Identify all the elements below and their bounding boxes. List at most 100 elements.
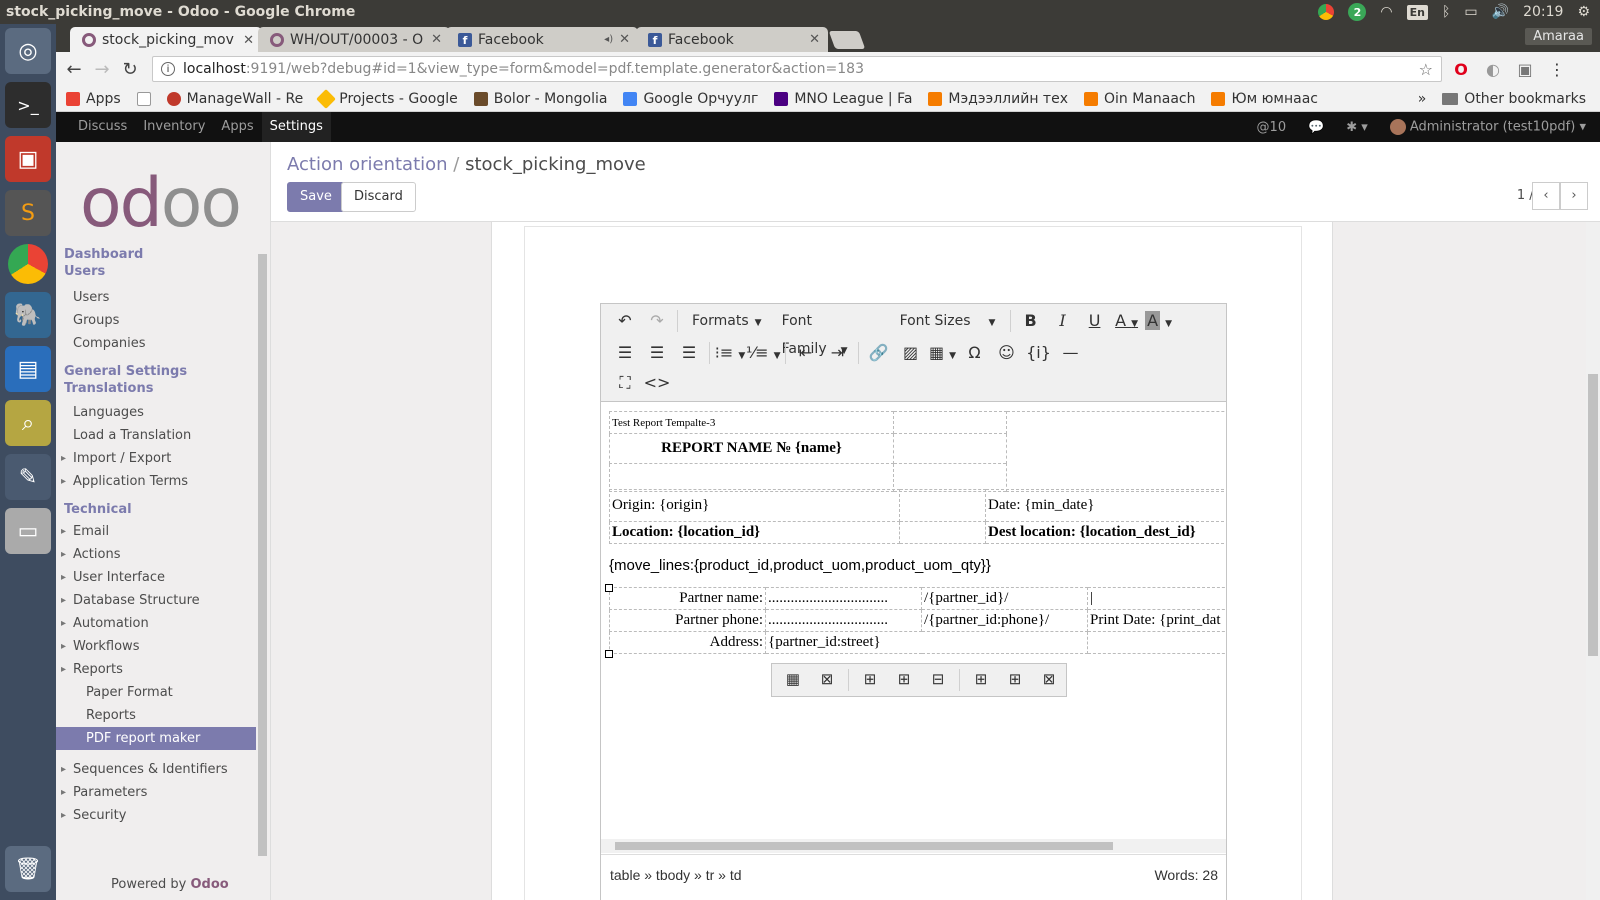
sidebar-item-user-interface[interactable]: User Interface: [56, 566, 256, 589]
address-cell[interactable]: {partner_id:street}: [765, 631, 1088, 654]
sidebar-item-reports[interactable]: Reports: [56, 658, 256, 681]
indent-icon[interactable]: ⇥: [822, 339, 854, 367]
browser-tab[interactable]: WH/OUT/00003 - O ✕: [258, 27, 450, 52]
align-center-icon[interactable]: ☰: [641, 339, 673, 367]
bluetooth-icon[interactable]: ᛒ: [1442, 4, 1450, 20]
menu-inventory[interactable]: Inventory: [135, 112, 213, 142]
table-cell[interactable]: [899, 521, 986, 544]
bookmark-item[interactable]: ManageWall - Re: [166, 91, 303, 107]
partner-phone-label[interactable]: Partner phone:: [609, 609, 766, 632]
special-character-icon[interactable]: Ω: [959, 339, 991, 367]
volume-icon[interactable]: 🔊: [1492, 4, 1509, 20]
table-cell[interactable]: [1006, 411, 1226, 492]
dots-cell[interactable]: ................................: [765, 587, 922, 610]
partner-table[interactable]: Partner name: ..........................…: [609, 587, 1226, 654]
sidebar-item-import-export[interactable]: Import / Export: [56, 447, 256, 470]
table-cell[interactable]: |: [1087, 587, 1226, 610]
sidebar-item-pdf-report-maker[interactable]: PDF report maker: [56, 727, 256, 750]
address-label[interactable]: Address:: [609, 631, 766, 654]
insert-row-after-icon[interactable]: ⊞: [887, 666, 921, 694]
bookmark-item[interactable]: MNO League | Fa: [774, 91, 912, 107]
clock[interactable]: 20:19: [1523, 4, 1563, 20]
terminal-icon[interactable]: >_: [5, 82, 51, 128]
battery-icon[interactable]: ▭: [1464, 4, 1477, 20]
menu-settings[interactable]: Settings: [261, 112, 331, 142]
reload-icon[interactable]: ↻: [116, 59, 144, 80]
partner-phone-cell[interactable]: /{partner_id:phone}/: [921, 609, 1088, 632]
align-left-icon[interactable]: ☰: [609, 339, 641, 367]
fullscreen-icon[interactable]: ⛶: [609, 369, 641, 397]
sidebar-item-automation[interactable]: Automation: [56, 612, 256, 635]
element-path[interactable]: table » tbody » tr » td: [610, 867, 742, 883]
sidebar-section-technical[interactable]: Technical: [56, 501, 256, 518]
close-tab-icon[interactable]: ✕: [243, 33, 254, 48]
sublime-text-icon[interactable]: S: [5, 190, 51, 236]
address-bar[interactable]: i localhost:9191/web?debug#id=1&view_typ…: [152, 56, 1442, 82]
discard-button[interactable]: Discard: [341, 182, 416, 212]
template-title-cell[interactable]: Test Report Tempalte-3: [609, 411, 894, 434]
close-tab-icon[interactable]: ✕: [619, 32, 630, 47]
sidebar-item-companies[interactable]: Companies: [56, 332, 256, 355]
bookmark-blank[interactable]: [136, 91, 151, 106]
sidebar-item-database-structure[interactable]: Database Structure: [56, 589, 256, 612]
date-cell[interactable]: Date: {min_date}: [985, 489, 1226, 522]
chat-icon[interactable]: 💬: [1308, 120, 1324, 135]
table-cell[interactable]: [1087, 631, 1226, 654]
numbered-list-icon[interactable]: ⅟≡ ▼: [746, 339, 781, 367]
sidebar-item-workflows[interactable]: Workflows: [56, 635, 256, 658]
sidebar-section-dashboard[interactable]: Dashboard: [56, 246, 256, 263]
sidebar-item-reports-list[interactable]: Reports: [56, 704, 256, 727]
font-sizes-dropdown[interactable]: Font Sizes ▼: [890, 307, 1006, 335]
profile-button[interactable]: Amaraa: [1525, 28, 1592, 45]
sidebar-item-security[interactable]: Security: [56, 804, 256, 827]
align-right-icon[interactable]: ☰: [673, 339, 705, 367]
debug-bug-icon[interactable]: ✱ ▾: [1346, 120, 1368, 135]
bookmark-item[interactable]: Oin Manaach: [1083, 91, 1195, 107]
other-bookmarks[interactable]: Other bookmarks: [1442, 91, 1586, 107]
breadcrumb-parent[interactable]: Action orientation: [287, 154, 448, 175]
keyboard-layout-indicator[interactable]: En: [1406, 4, 1428, 20]
chrome-tray-icon[interactable]: [1318, 4, 1335, 20]
sidebar-item-paper-format[interactable]: Paper Format: [56, 681, 256, 704]
sidebar-section-general-settings[interactable]: General Settings: [56, 363, 256, 380]
sidebar-section-translations[interactable]: Translations: [56, 380, 256, 397]
formats-dropdown[interactable]: Formats ▼: [682, 307, 772, 335]
table-cell[interactable]: [893, 463, 1007, 492]
partner-id-cell[interactable]: /{partner_id}/: [921, 587, 1088, 610]
bookmark-item[interactable]: Google Орчуулг: [623, 91, 758, 107]
notification-badge[interactable]: 2: [1348, 3, 1367, 21]
bookmark-item[interactable]: Юм юмнаас: [1211, 91, 1318, 107]
bullet-list-icon[interactable]: ⁝≡ ▼: [714, 339, 746, 367]
sidebar-item-load-translation[interactable]: Load a Translation: [56, 424, 256, 447]
pager-previous-icon[interactable]: ‹: [1532, 182, 1560, 210]
location-cell[interactable]: Location: {location_id}: [609, 521, 900, 544]
browser-tab[interactable]: f Facebook ◂) ✕: [446, 27, 638, 52]
resize-handle[interactable]: [605, 584, 613, 592]
insert-column-before-icon[interactable]: ⊞: [964, 666, 998, 694]
browser-tab[interactable]: f Facebook ✕: [636, 27, 828, 52]
settings-gear-icon[interactable]: ⚙: [1577, 4, 1590, 20]
template-variable-icon[interactable]: {i}: [1023, 339, 1055, 367]
bookmark-apps[interactable]: Apps: [66, 91, 121, 107]
move-lines-placeholder[interactable]: {move_lines:{product_id,product_uom,prod…: [609, 557, 991, 574]
italic-icon[interactable]: I: [1047, 307, 1079, 335]
delete-column-icon[interactable]: ⊠: [1032, 666, 1066, 694]
report-name-cell[interactable]: REPORT NAME № {name}: [609, 433, 894, 464]
main-vertical-scrollbar[interactable]: [1586, 222, 1600, 900]
redo-icon[interactable]: ↷: [641, 307, 673, 335]
outdent-icon[interactable]: ⇤: [790, 339, 822, 367]
text-color-icon[interactable]: A ▼: [1111, 307, 1143, 335]
forward-icon[interactable]: →: [88, 59, 116, 80]
opera-extension-icon[interactable]: O: [1448, 60, 1474, 79]
insert-column-after-icon[interactable]: ⊞: [998, 666, 1032, 694]
undo-icon[interactable]: ↶: [609, 307, 641, 335]
insert-row-before-icon[interactable]: ⊞: [853, 666, 887, 694]
horizontal-rule-icon[interactable]: —: [1055, 339, 1087, 367]
bookmark-item[interactable]: Projects - Google: [316, 88, 458, 109]
info-table[interactable]: Origin: {origin} Date: {min_date} Locati…: [609, 489, 1226, 544]
bold-icon[interactable]: B: [1015, 307, 1047, 335]
link-icon[interactable]: 🔗: [863, 339, 895, 367]
close-tab-icon[interactable]: ✕: [809, 32, 820, 47]
bookmarks-overflow-button[interactable]: »: [1418, 91, 1427, 107]
table-icon[interactable]: ▦ ▼: [927, 339, 959, 367]
